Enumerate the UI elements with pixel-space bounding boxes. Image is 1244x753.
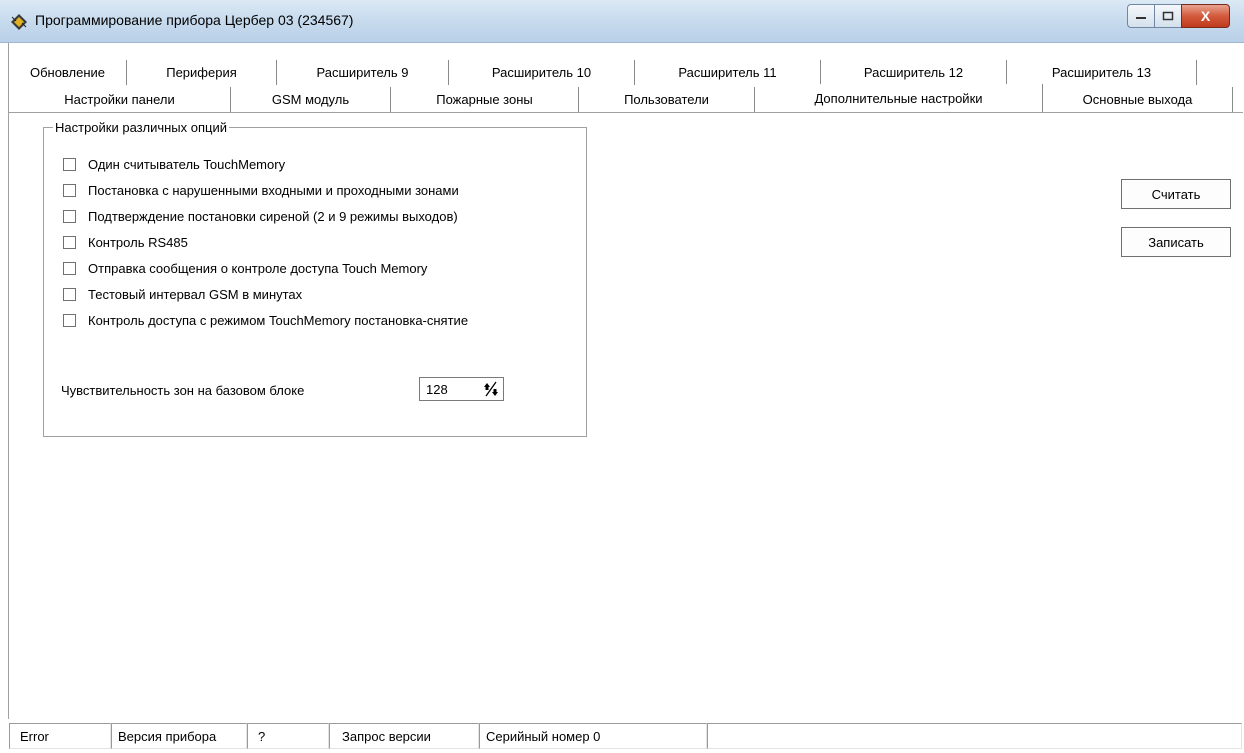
checkbox[interactable] (63, 261, 76, 275)
maximize-icon (1162, 11, 1174, 21)
tab-users[interactable]: Пользователи (579, 87, 755, 112)
option-single-reader[interactable]: Один считыватель TouchMemory (63, 155, 285, 173)
minimize-icon (1136, 17, 1146, 19)
option-rs485-control[interactable]: Контроль RS485 (63, 233, 188, 251)
options-groupbox-title: Настройки различных опций (53, 120, 229, 135)
option-label: Тестовый интервал GSM в минутах (88, 286, 303, 302)
checkbox[interactable] (63, 235, 76, 249)
checkbox[interactable] (63, 287, 76, 301)
checkbox[interactable] (63, 209, 76, 223)
status-version-label: Версия прибора (111, 723, 247, 749)
tab-gsm-module[interactable]: GSM модуль (231, 87, 391, 112)
sensitivity-spinbox[interactable]: 128 (419, 377, 504, 401)
status-version-request[interactable]: Запрос версии (329, 723, 479, 749)
option-gsm-test-interval[interactable]: Тестовый интервал GSM в минутах (63, 285, 302, 303)
tab-expander-12[interactable]: Расширитель 12 (821, 60, 1007, 85)
write-button[interactable]: Записать (1121, 227, 1231, 257)
window-controls: X (1127, 4, 1230, 30)
tab-peripherals[interactable]: Периферия (127, 60, 277, 85)
tab-expander-11[interactable]: Расширитель 11 (635, 60, 821, 85)
status-serial-number: Серийный номер 0 (479, 723, 707, 749)
option-siren-confirmation[interactable]: Подтверждение постановки сиреной (2 и 9 … (63, 207, 458, 225)
status-bar: Error Версия прибора ? Запрос версии Сер… (8, 719, 1244, 753)
checkbox[interactable] (63, 157, 76, 171)
tab-row-1: Обновление Периферия Расширитель 9 Расши… (9, 60, 1197, 85)
tab-main-outputs[interactable]: Основные выхода (1043, 87, 1233, 112)
option-arm-with-violated-zones[interactable]: Постановка с нарушенными входными и прох… (63, 181, 459, 199)
client-area: Обновление Периферия Расширитель 9 Расши… (8, 43, 1244, 753)
option-label: Контроль доступа с режимом TouchMemory п… (88, 312, 469, 328)
status-error: Error (9, 723, 111, 749)
tab-update[interactable]: Обновление (9, 60, 127, 85)
sensitivity-value[interactable]: 128 (420, 382, 479, 397)
maximize-button[interactable] (1154, 4, 1181, 28)
spin-arrows-icon[interactable] (479, 378, 503, 400)
option-label: Подтверждение постановки сиреной (2 и 9 … (88, 208, 458, 224)
option-access-control-message[interactable]: Отправка сообщения о контроле доступа To… (63, 259, 427, 277)
option-access-control-arm-disarm[interactable]: Контроль доступа с режимом TouchMemory п… (63, 311, 468, 329)
close-icon: X (1200, 8, 1211, 24)
tab-row-2: Настройки панели GSM модуль Пожарные зон… (9, 84, 1233, 112)
status-version-value: ? (247, 723, 329, 749)
tab-panel-settings[interactable]: Настройки панели (9, 87, 231, 112)
read-button[interactable]: Считать (1121, 179, 1231, 209)
close-button[interactable]: X (1181, 4, 1230, 28)
option-label: Один считыватель TouchMemory (88, 156, 286, 172)
tab-expander-13[interactable]: Расширитель 13 (1007, 60, 1197, 85)
app-chip-icon (9, 12, 29, 32)
minimize-button[interactable] (1127, 4, 1154, 28)
tab-expander-10[interactable]: Расширитель 10 (449, 60, 635, 85)
window-title: Программирование прибора Цербер 03 (2345… (35, 12, 354, 28)
tab-advanced-settings[interactable]: Дополнительные настройки (755, 84, 1043, 112)
title-bar[interactable]: Программирование прибора Цербер 03 (2345… (0, 0, 1244, 43)
tab-expander-9[interactable]: Расширитель 9 (277, 60, 449, 85)
checkbox[interactable] (63, 313, 76, 327)
status-empty-panel (707, 723, 1242, 749)
option-label: Отправка сообщения о контроле доступа To… (88, 260, 428, 276)
option-label: Постановка с нарушенными входными и прох… (88, 182, 459, 198)
sensitivity-label: Чувствительность зон на базовом блоке (61, 383, 305, 398)
checkbox[interactable] (63, 183, 76, 197)
option-label: Контроль RS485 (88, 234, 188, 250)
tab-fire-zones[interactable]: Пожарные зоны (391, 87, 579, 112)
